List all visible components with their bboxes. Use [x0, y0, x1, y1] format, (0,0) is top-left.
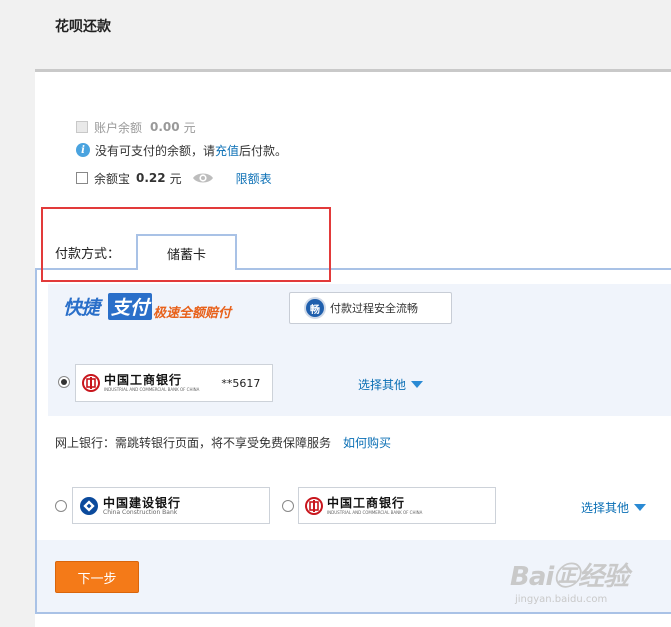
chevron-down-icon: [411, 381, 424, 388]
watermark-url: jingyan.baidu.com: [515, 594, 608, 605]
choose-other-quick-label: 选择其他: [358, 378, 407, 392]
yuebao-checkbox[interactable]: [76, 172, 88, 184]
next-step-button[interactable]: 下一步: [55, 561, 139, 593]
bank-option-icbc[interactable]: 中国工商银行 INDUSTRIAL AND COMMERCIAL BANK OF…: [298, 487, 496, 524]
quick-pay-slogan: 极速全额赔付: [153, 306, 232, 321]
chevron-down-icon: [634, 504, 647, 511]
tab-debit-card[interactable]: 储蓄卡: [136, 234, 237, 270]
account-balance-row: 账户余额 0.00 元: [76, 119, 196, 135]
notice-prefix: 没有可支付的余额，请: [95, 143, 216, 158]
yuebao-row: 余额宝 0.22 元 限额表: [76, 169, 272, 187]
ccb-bank-name-en: China Construction Bank: [103, 508, 178, 516]
safety-text: 付款过程安全流畅: [330, 302, 418, 315]
icbc-logo-icon: [305, 496, 323, 515]
saved-card-mask: **5617: [221, 376, 261, 390]
saved-card-bank-name: 中国工商银行: [104, 373, 183, 387]
saved-card-icbc[interactable]: 中国工商银行 INDUSTRIAL AND COMMERCIAL BANK OF…: [75, 364, 273, 402]
ccb-logo-icon: [79, 496, 99, 516]
choose-other-quick-button[interactable]: 选择其他: [358, 376, 424, 393]
safety-badge: 畅 付款过程安全流畅: [289, 292, 452, 324]
yuebao-amount: 0.22: [136, 171, 166, 185]
limit-table-link[interactable]: 限额表: [236, 170, 272, 187]
bank-option-ccb[interactable]: 中国建设银行 China Construction Bank: [72, 487, 270, 524]
account-balance-label: 账户余额: [94, 120, 143, 135]
balance-notice: i 没有可支付的余额，请 充值 后付款。: [76, 142, 287, 158]
how-to-buy-link[interactable]: 如何购买: [343, 434, 391, 451]
icbc-bank-name: 中国工商银行: [327, 495, 406, 510]
info-icon: i: [76, 143, 90, 157]
saved-card-bank-name-en: INDUSTRIAL AND COMMERCIAL BANK OF CHINA: [104, 387, 200, 392]
icbc-logo-icon: [82, 374, 100, 392]
shield-badge-icon: 畅: [306, 299, 324, 317]
yuebao-label: 余额宝: [94, 171, 131, 186]
choose-other-online-button[interactable]: 选择其他: [581, 499, 647, 516]
radio-ccb[interactable]: [55, 500, 67, 512]
account-balance-amount: 0.00: [150, 120, 180, 134]
watermark: Bai㊣经验 jingyan.baidu.com: [510, 556, 629, 605]
notice-suffix: 后付款。: [239, 143, 288, 158]
online-bank-notice: 网上银行：需跳转银行页面，将不享受免费保障服务 如何购买: [55, 434, 391, 451]
account-balance-unit: 元: [183, 120, 196, 135]
watermark-logo: Bai㊣经验: [510, 562, 629, 592]
page-title: 花呗还款: [55, 19, 111, 35]
quick-pay-logo-part2: 支付: [108, 293, 153, 320]
icbc-bank-name-en: INDUSTRIAL AND COMMERCIAL BANK OF CHINA: [327, 509, 423, 515]
eye-icon[interactable]: [192, 171, 214, 185]
quick-pay-logo-part1: 快捷: [63, 297, 100, 319]
choose-other-online-label: 选择其他: [581, 501, 630, 515]
radio-icbc[interactable]: [282, 500, 294, 512]
radio-saved-icbc-card[interactable]: [58, 376, 70, 388]
yuebao-unit: 元: [169, 171, 182, 186]
ccb-bank-name: 中国建设银行: [103, 495, 182, 510]
recharge-link[interactable]: 充值: [215, 142, 239, 159]
account-balance-checkbox[interactable]: [76, 121, 88, 133]
online-bank-notice-text: 网上银行：需跳转银行页面，将不享受免费保障服务: [55, 436, 332, 450]
